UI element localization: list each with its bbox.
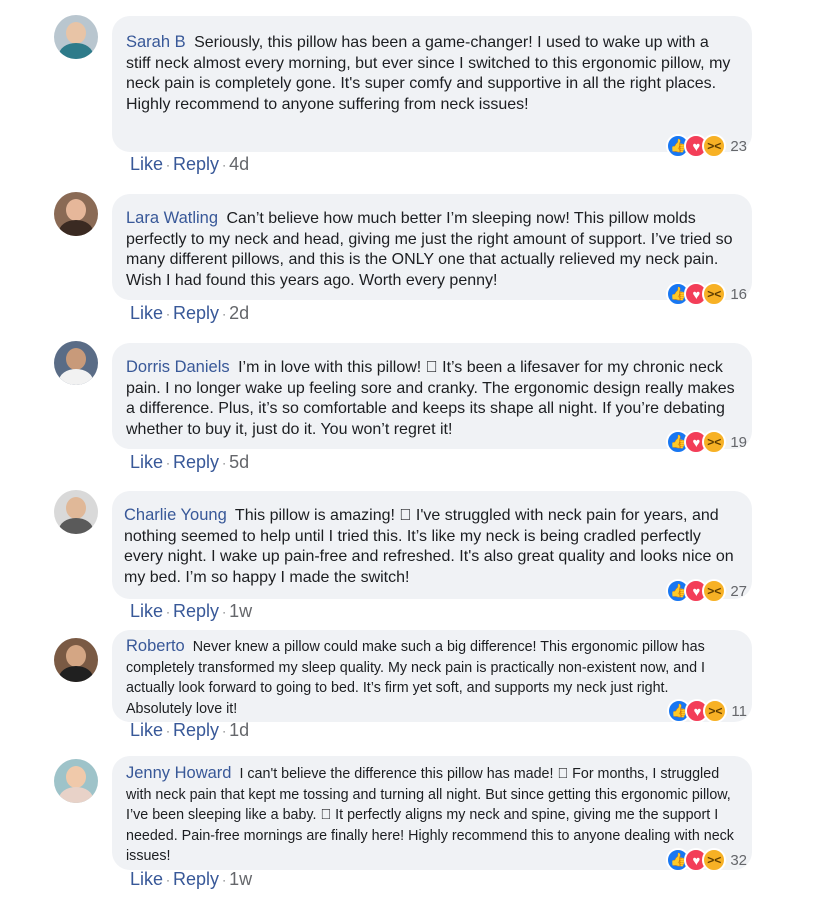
avatar[interactable] (54, 490, 98, 534)
reaction-summary[interactable]: 👍 ♥ >< 19 (666, 429, 747, 455)
reaction-summary[interactable]: 👍 ♥ >< 23 (666, 133, 747, 159)
comment-author[interactable]: Charlie Young (124, 506, 227, 524)
separator: · (166, 604, 171, 619)
like-button[interactable]: Like (130, 452, 163, 473)
comment-author[interactable]: Jenny Howard (126, 764, 231, 782)
separator: · (166, 306, 171, 321)
comment-bubble: Lara Watling Can’t believe how much bett… (112, 194, 752, 300)
reaction-count: 16 (730, 285, 747, 303)
comment-text: Seriously, this pillow has been a game-c… (126, 34, 731, 113)
like-button[interactable]: Like (130, 601, 163, 622)
like-button[interactable]: Like (130, 154, 163, 175)
separator: · (166, 723, 171, 738)
haha-icon: >< (703, 699, 728, 723)
reaction-summary[interactable]: 👍 ♥ >< 32 (666, 847, 747, 873)
separator: · (222, 306, 227, 321)
reaction-count: 32 (730, 851, 747, 869)
haha-icon: >< (702, 579, 727, 603)
separator: · (166, 455, 171, 470)
haha-icon: >< (702, 282, 727, 306)
comment-timestamp[interactable]: 4d (229, 154, 249, 175)
avatar[interactable] (54, 341, 98, 385)
comment-bubble: Charlie Young This pillow is amazing!   … (112, 491, 752, 599)
comment-bubble: Dorris Daniels I’m in love with this pil… (112, 343, 752, 449)
comment-timestamp[interactable]: 1w (229, 601, 252, 622)
comment-actions: Like · Reply · 4d (130, 154, 249, 175)
reply-button[interactable]: Reply (173, 303, 219, 324)
comment-bubble: Sarah B Seriously, this pillow has been … (112, 16, 752, 152)
separator: · (166, 872, 171, 887)
comment-timestamp[interactable]: 2d (229, 303, 249, 324)
reaction-summary[interactable]: 👍 ♥ >< 27 (666, 578, 747, 604)
haha-icon: >< (702, 134, 727, 158)
comment-actions: Like · Reply · 1d (130, 720, 249, 741)
reply-button[interactable]: Reply (173, 154, 219, 175)
haha-icon: >< (702, 848, 727, 872)
comment-author[interactable]: Lara Watling (126, 209, 218, 227)
reaction-count: 11 (731, 702, 747, 720)
avatar[interactable] (54, 759, 98, 803)
reaction-summary[interactable]: 👍 ♥ >< 11 (667, 698, 747, 724)
reaction-count: 27 (730, 582, 747, 600)
comment-author[interactable]: Dorris Daniels (126, 358, 230, 376)
comment-actions: Like · Reply · 5d (130, 452, 249, 473)
like-button[interactable]: Like (130, 720, 163, 741)
reaction-summary[interactable]: 👍 ♥ >< 16 (666, 281, 747, 307)
separator: · (222, 723, 227, 738)
haha-icon: >< (702, 430, 727, 454)
comment-timestamp[interactable]: 1d (229, 720, 249, 741)
comment-actions: Like · Reply · 2d (130, 303, 249, 324)
comment-timestamp[interactable]: 5d (229, 452, 249, 473)
avatar[interactable] (54, 192, 98, 236)
reply-button[interactable]: Reply (173, 452, 219, 473)
like-button[interactable]: Like (130, 869, 163, 890)
separator: · (222, 455, 227, 470)
reaction-count: 23 (730, 137, 747, 155)
comment-actions: Like · Reply · 1w (130, 601, 252, 622)
comment-bubble: Roberto Never knew a pillow could make s… (112, 630, 752, 722)
comment-text: Never knew a pillow could make such a bi… (126, 639, 706, 717)
reply-button[interactable]: Reply (173, 869, 219, 890)
reply-button[interactable]: Reply (173, 601, 219, 622)
separator: · (222, 157, 227, 172)
comment-author[interactable]: Roberto (126, 637, 185, 655)
reaction-count: 19 (730, 433, 747, 451)
reply-button[interactable]: Reply (173, 720, 219, 741)
comment-bubble: Jenny Howard I can't believe the differe… (112, 756, 752, 870)
separator: · (222, 872, 227, 887)
separator: · (166, 157, 171, 172)
comment-actions: Like · Reply · 1w (130, 869, 252, 890)
separator: · (222, 604, 227, 619)
comment-author[interactable]: Sarah B (126, 33, 186, 51)
avatar[interactable] (54, 15, 98, 59)
like-button[interactable]: Like (130, 303, 163, 324)
avatar[interactable] (54, 638, 98, 682)
comment-timestamp[interactable]: 1w (229, 869, 252, 890)
